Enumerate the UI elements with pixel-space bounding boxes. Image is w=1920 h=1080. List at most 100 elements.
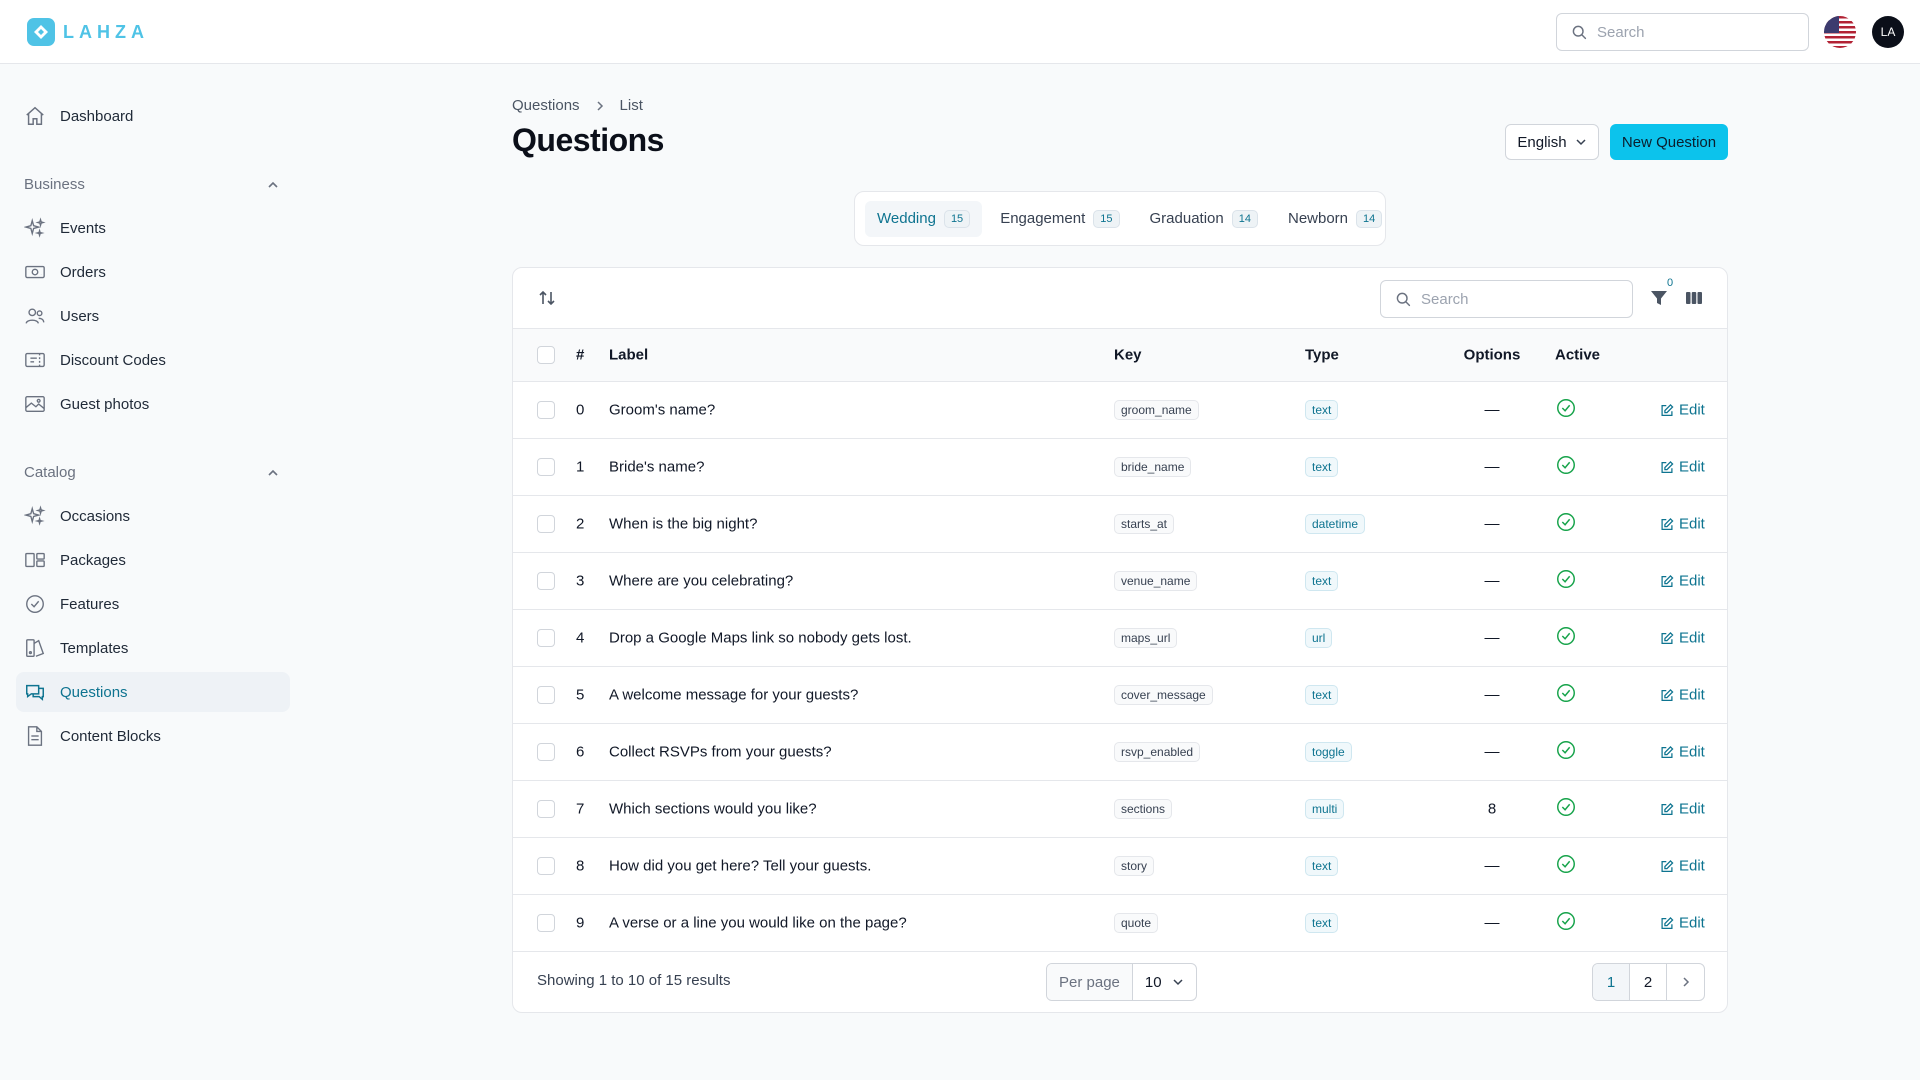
sidebar-item-occasions[interactable]: Occasions (16, 496, 290, 536)
row-checkbox[interactable] (537, 686, 555, 704)
tab-newborn[interactable]: Newborn 14 (1276, 201, 1394, 237)
sidebar-item-features[interactable]: Features (16, 584, 290, 624)
breadcrumb: Questions List (512, 97, 643, 114)
edit-button[interactable]: Edit (1660, 915, 1705, 932)
edit-button[interactable]: Edit (1660, 801, 1705, 818)
edit-button[interactable]: Edit (1660, 744, 1705, 761)
check-badge-icon (24, 593, 46, 615)
row-checkbox[interactable] (537, 914, 555, 932)
sidebar-item-dashboard[interactable]: Dashboard (16, 96, 290, 136)
new-question-button[interactable]: New Question (1610, 124, 1728, 160)
sort-icon[interactable] (537, 288, 557, 312)
row-key-badge: story (1114, 856, 1155, 876)
logo[interactable]: LAHZA (27, 18, 149, 46)
tab-label: Wedding (877, 210, 936, 227)
edit-icon (1661, 460, 1674, 473)
chevron-right-icon (597, 100, 603, 111)
table-search[interactable] (1380, 280, 1633, 318)
row-options: — (1484, 458, 1500, 476)
row-checkbox[interactable] (537, 743, 555, 761)
edit-button[interactable]: Edit (1660, 630, 1705, 647)
select-all-checkbox[interactable] (537, 346, 555, 364)
row-options: — (1484, 686, 1500, 704)
tab-engagement[interactable]: Engagement 15 (988, 201, 1131, 237)
edit-button[interactable]: Edit (1660, 858, 1705, 875)
edit-button[interactable]: Edit (1660, 687, 1705, 704)
row-number: 3 (576, 572, 585, 590)
per-page-value[interactable]: 10 (1133, 974, 1196, 991)
tab-wedding[interactable]: Wedding 15 (865, 200, 983, 237)
edit-button[interactable]: Edit (1660, 459, 1705, 476)
tab-graduation[interactable]: Graduation 14 (1138, 201, 1270, 237)
column-header-active[interactable]: Active (1555, 347, 1600, 364)
edit-button[interactable]: Edit (1660, 516, 1705, 533)
column-header-key[interactable]: Key (1114, 347, 1142, 364)
sidebar-item-events[interactable]: Events (16, 208, 290, 248)
sidebar-item-packages[interactable]: Packages (16, 540, 290, 580)
edit-label: Edit (1679, 572, 1705, 590)
per-page-select[interactable]: Per page 10 (1046, 963, 1197, 1001)
active-check-icon (1555, 796, 1577, 822)
sidebar-item-label: Packages (60, 551, 126, 569)
table-search-input[interactable] (1421, 290, 1611, 308)
table-row: 1 Bride's name? bride_name text — Edit (513, 439, 1727, 496)
table-row: 2 When is the big night? starts_at datetime… (513, 496, 1727, 553)
edit-button[interactable]: Edit (1660, 573, 1705, 590)
filter-icon[interactable] (1649, 288, 1669, 312)
table-row: 4 Drop a Google Maps link so nobody gets … (513, 610, 1727, 667)
active-check-icon (1555, 454, 1577, 480)
global-search-input[interactable] (1597, 23, 1787, 41)
sidebar-item-content-blocks[interactable]: Content Blocks (16, 716, 290, 756)
sidebar-item-orders[interactable]: Orders (16, 252, 290, 292)
next-page-button[interactable] (1667, 964, 1704, 1000)
language-select-value: English (1517, 133, 1567, 151)
language-flag-icon[interactable] (1824, 16, 1856, 48)
edit-button[interactable]: Edit (1660, 402, 1705, 419)
active-check-icon (1555, 910, 1577, 936)
sidebar-item-users[interactable]: Users (16, 296, 290, 336)
sidebar-group-catalog[interactable]: Catalog (24, 464, 280, 481)
row-label: Groom's name? (609, 401, 716, 419)
sidebar-item-discount-codes[interactable]: Discount Codes (16, 340, 290, 380)
row-key-badge: groom_name (1114, 400, 1199, 420)
language-select[interactable]: English (1505, 124, 1599, 160)
row-checkbox[interactable] (537, 401, 555, 419)
chevron-down-icon (1576, 139, 1586, 146)
sidebar-item-label: Features (60, 595, 120, 613)
row-key-badge: venue_name (1114, 571, 1198, 591)
edit-icon (1661, 631, 1674, 644)
column-header-type[interactable]: Type (1305, 347, 1339, 364)
breadcrumb-parent[interactable]: Questions (512, 97, 580, 114)
sidebar-item-templates[interactable]: Templates (16, 628, 290, 668)
row-checkbox[interactable] (537, 629, 555, 647)
row-checkbox[interactable] (537, 515, 555, 533)
questions-table-card: 0 # Label Key Type Options Active 0 Groom… (512, 267, 1728, 1013)
sidebar-group-business[interactable]: Business (24, 176, 280, 193)
row-checkbox[interactable] (537, 572, 555, 590)
table-row: 9 A verse or a line you would like on the… (513, 895, 1727, 952)
page-1-button[interactable]: 1 (1593, 964, 1630, 1000)
tab-label: Graduation (1149, 210, 1224, 227)
global-search[interactable] (1556, 13, 1809, 51)
sidebar-group-label: Catalog (24, 464, 76, 481)
row-options: — (1484, 914, 1500, 932)
photo-icon (24, 393, 46, 415)
row-checkbox[interactable] (537, 458, 555, 476)
row-checkbox[interactable] (537, 800, 555, 818)
edit-label: Edit (1679, 857, 1705, 875)
columns-icon[interactable] (1684, 288, 1704, 312)
sidebar-item-guest-photos[interactable]: Guest photos (16, 384, 290, 424)
edit-label: Edit (1679, 629, 1705, 647)
active-check-icon (1555, 853, 1577, 879)
avatar[interactable]: LA (1872, 16, 1904, 48)
sidebar-item-questions[interactable]: Questions (16, 672, 290, 712)
edit-label: Edit (1679, 914, 1705, 932)
chevron-down-icon (1173, 979, 1183, 986)
column-header-label[interactable]: Label (609, 347, 648, 364)
edit-icon (1661, 802, 1674, 815)
row-checkbox[interactable] (537, 857, 555, 875)
row-number: 7 (576, 800, 585, 818)
page-2-button[interactable]: 2 (1630, 964, 1667, 1000)
row-key-badge: rsvp_enabled (1114, 742, 1201, 762)
pagination: 1 2 (1592, 963, 1705, 1001)
